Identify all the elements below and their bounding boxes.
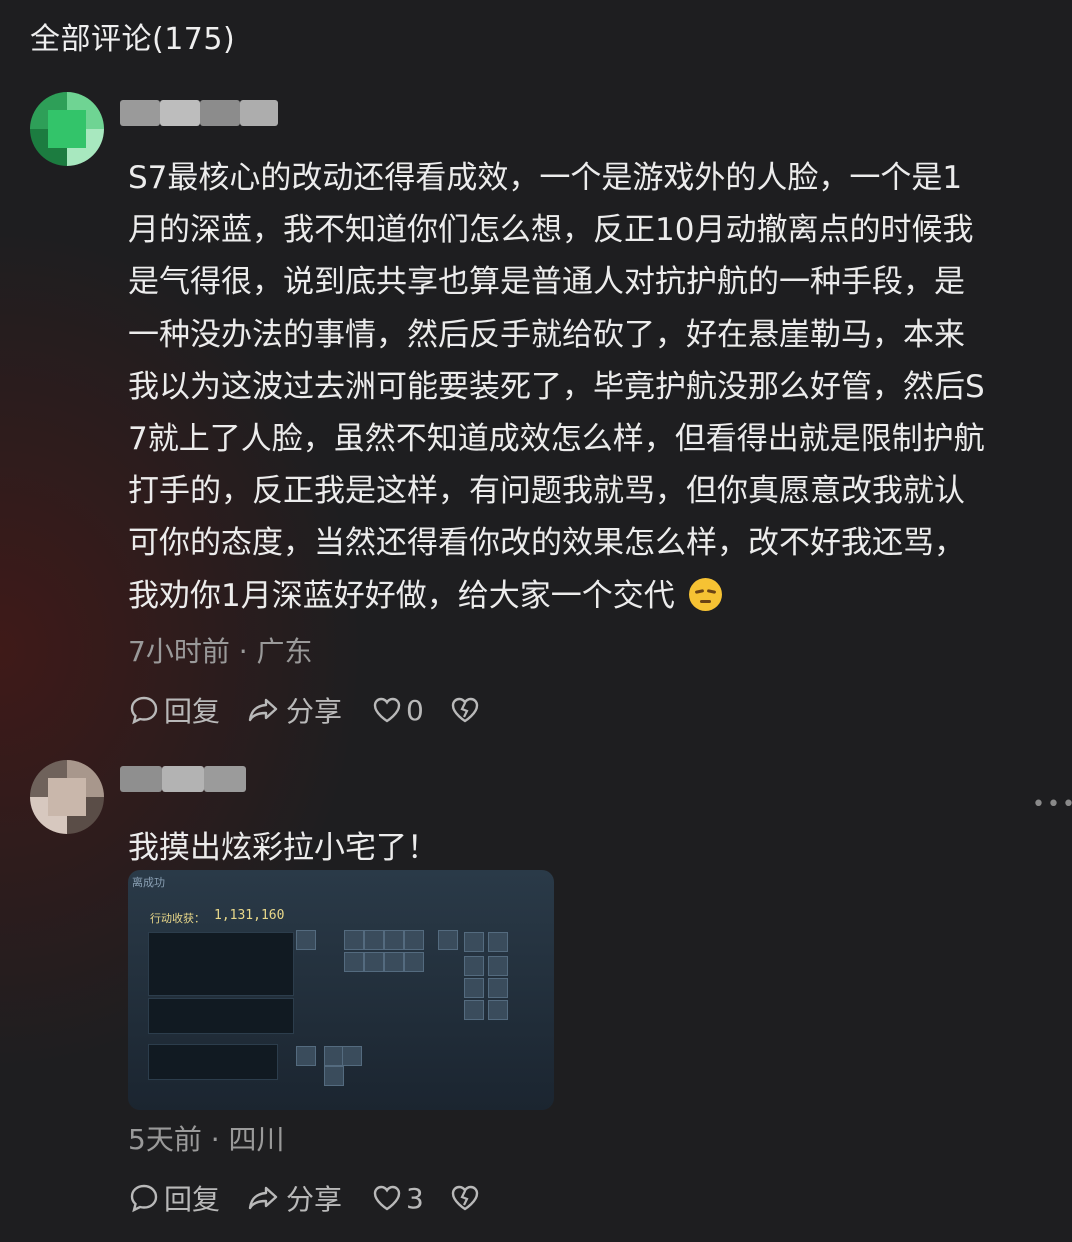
comment-text: 我摸出炫彩拉小宅了！ <box>128 830 438 866</box>
like-count: 0 <box>406 693 424 727</box>
avatar[interactable] <box>30 92 104 166</box>
share-button[interactable]: 分享 <box>246 690 342 730</box>
speech-bubble-icon <box>130 696 158 725</box>
dislike-button[interactable] <box>450 690 480 730</box>
image-value: 1,131,160 <box>214 908 285 923</box>
heart-icon <box>373 697 401 723</box>
unamused-face-emoji <box>688 577 722 611</box>
share-arrow-icon <box>248 698 278 722</box>
dislike-button[interactable] <box>450 1178 480 1218</box>
comments-header: 全部评论(175) <box>30 22 236 57</box>
broken-heart-icon <box>451 1185 479 1211</box>
comment-actions: 回复 分享 0 <box>128 690 548 730</box>
comment-line: 是气得很，说到底共享也算是普通人对抗护航的一种手段，是 <box>128 264 965 301</box>
like-count: 3 <box>406 1181 424 1215</box>
share-button[interactable]: 分享 <box>246 1178 342 1218</box>
share-arrow-icon <box>248 1186 278 1210</box>
like-button[interactable]: 0 <box>372 690 424 730</box>
image-caption: 离成功 <box>132 876 165 889</box>
comment-line: S7最核心的改动还得看成效，一个是游戏外的人脸，一个是1 <box>128 160 963 196</box>
share-label: 分享 <box>286 695 343 728</box>
heart-icon <box>373 1185 401 1211</box>
comment-line: 一种没办法的事情，然后反手就给砍了，好在悬崖勒马，本来 <box>128 316 965 353</box>
reply-button[interactable]: 回复 <box>128 1178 220 1218</box>
image-panel <box>148 1044 278 1080</box>
reply-label: 回复 <box>164 1183 221 1216</box>
image-panel <box>148 998 294 1034</box>
share-label: 分享 <box>286 1183 343 1216</box>
comment-meta: 7小时前 · 广东 <box>128 635 313 668</box>
comment-actions: 回复 分享 3 <box>128 1178 548 1218</box>
comment-line: 我以为这波过去洲可能要装死了，毕竟护航没那么好管，然后S <box>128 368 985 405</box>
like-button[interactable]: 3 <box>372 1178 424 1218</box>
comment-line: 7就上了人脸，虽然不知道成效怎么样，但看得出就是限制护航 <box>128 421 985 458</box>
broken-heart-icon <box>451 697 479 723</box>
more-dots-icon: ••• <box>1032 792 1072 817</box>
comment-line: 打手的，反正我是这样，有问题我就骂，但你真愿意改我就认 <box>128 473 965 510</box>
image-panel <box>148 932 294 996</box>
reply-button[interactable]: 回复 <box>128 690 220 730</box>
comment-line: 可你的态度，当然还得看你改的效果怎么样，改不好我还骂， <box>128 525 965 562</box>
comment-text: S7最核心的改动还得看成效，一个是游戏外的人脸，一个是1 月的深蓝，我不知道你们… <box>128 152 1063 622</box>
comment-image[interactable]: 离成功 行动收获： 1,131,160 <box>128 870 554 1110</box>
avatar[interactable] <box>30 760 104 834</box>
reply-label: 回复 <box>164 695 221 728</box>
comment-meta: 5天前 · 四川 <box>128 1123 285 1156</box>
speech-bubble-icon <box>130 1184 158 1213</box>
comment-line: 月的深蓝，我不知道你们怎么想，反正10月动撤离点的时候我 <box>128 212 974 249</box>
comment-line-last: 我劝你1月深蓝好好做，给大家一个交代 <box>128 570 1063 622</box>
more-options-button[interactable]: ••• <box>1032 792 1072 817</box>
image-value-label: 行动收获： <box>150 912 205 925</box>
